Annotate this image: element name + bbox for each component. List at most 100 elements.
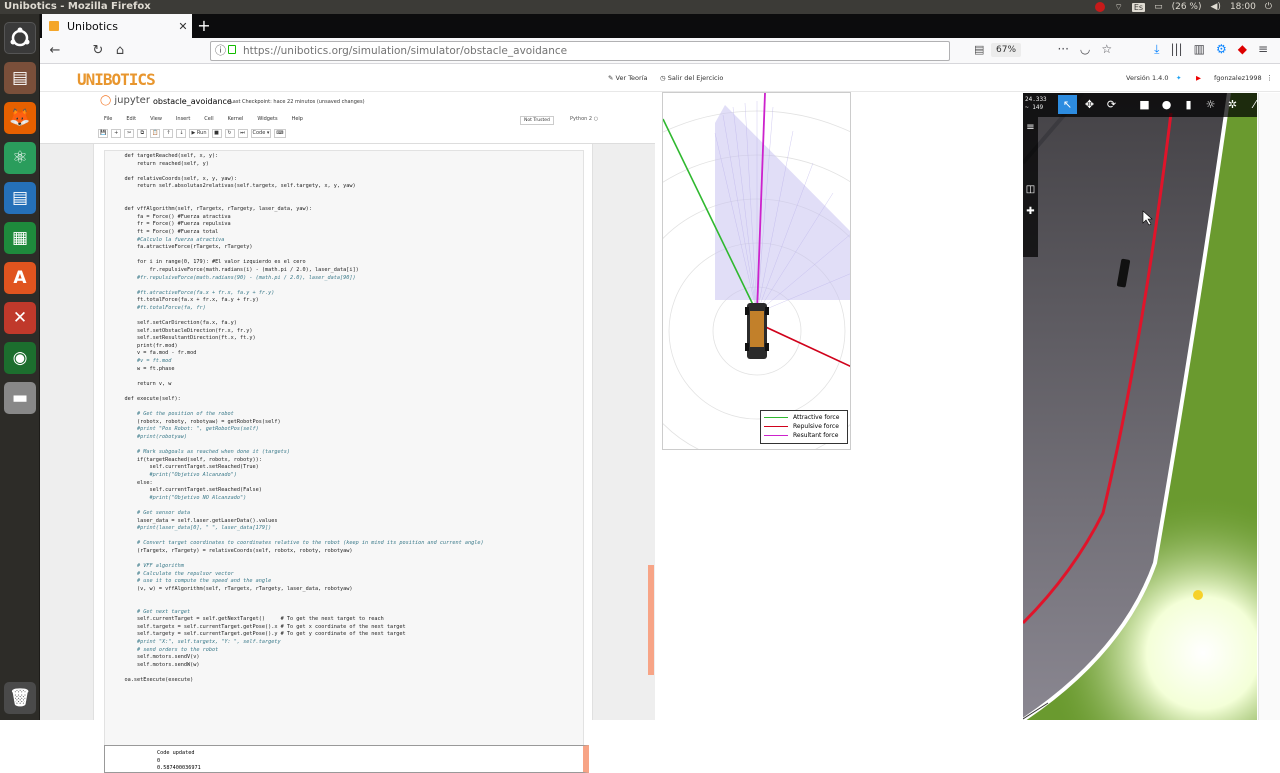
disk-icon[interactable]: ▬ <box>4 382 36 414</box>
jupyter-toolbar-button[interactable]: + <box>111 129 122 138</box>
sync-icon[interactable]: ⚙ <box>1216 42 1227 57</box>
jupyter-menu-item[interactable]: Help <box>292 116 303 122</box>
bookmark-star-icon[interactable]: ☆ <box>1101 42 1112 57</box>
battery-icon[interactable]: ▭ <box>1154 2 1163 12</box>
software-center-icon[interactable]: A <box>4 262 36 294</box>
jupyter-toolbar-button[interactable]: ↓ <box>176 129 187 138</box>
jupyter-toolbar-button[interactable]: 📋 <box>150 129 161 138</box>
url-bar[interactable]: ⓘ https://unibotics.org/simulation/simul… <box>210 41 950 61</box>
jupyter-toolbar-button[interactable]: ✂ <box>124 129 135 138</box>
cylinder-shape-icon[interactable]: ▮ <box>1179 95 1198 114</box>
user-menu-icon[interactable]: ⋮ <box>1266 74 1273 82</box>
box-shape-icon[interactable]: ■ <box>1135 95 1154 114</box>
tab-unibotics[interactable]: Unibotics ✕ <box>42 14 192 38</box>
legend-label: Repulsive force <box>793 423 839 430</box>
jupyter-toolbar-button[interactable]: Code ▾ <box>250 129 272 138</box>
jupyter-toolbar-button[interactable]: ↑ <box>163 129 174 138</box>
exit-link[interactable]: ◷ Salir del Ejercicio <box>660 74 723 82</box>
page-actions-icon[interactable]: ··· <box>1057 42 1068 57</box>
not-trusted-badge[interactable]: Not Trusted <box>520 116 554 125</box>
menu-icon[interactable]: ≡ <box>1258 42 1268 57</box>
sun-light-icon[interactable]: ☼ <box>1201 95 1220 114</box>
code-line: #ft.totalForce(fa, fr) <box>112 304 206 311</box>
jupyter-toolbar-button[interactable]: ↻ <box>224 129 235 138</box>
jupyter-menu-item[interactable]: File <box>104 116 112 122</box>
adblock-icon[interactable]: ◆ <box>1238 42 1247 57</box>
simulator-view[interactable]: 24.333 ~ 149 ↖ ✥ ⟳ ■ ● ▮ ☼ ✲ ⁄ ≡ ◫ ✚ <box>1023 93 1257 720</box>
back-button[interactable]: ← <box>45 41 65 61</box>
reload-button[interactable]: ↻ <box>88 41 108 61</box>
jupyter-menu-item[interactable]: View <box>150 116 162 122</box>
reader-view-icon[interactable]: ▤ <box>974 43 984 56</box>
jupyter-toolbar-button[interactable]: ⌨ <box>274 129 286 138</box>
unibotics-logo[interactable]: UNIBOTICS <box>77 70 156 89</box>
theory-link[interactable]: ✎ Ver Teoría <box>608 74 648 82</box>
code-editor[interactable]: def targetReached(self, x, y): return re… <box>104 150 584 746</box>
power-icon[interactable]: ⏻ <box>1265 2 1272 12</box>
spot-light-icon[interactable]: ⁄ <box>1245 95 1257 114</box>
jupyter-menu-item[interactable]: Cell <box>204 116 213 122</box>
library-icon[interactable]: ||| <box>1170 42 1182 57</box>
globe-icon[interactable]: ◉ <box>4 342 36 374</box>
keyboard-layout[interactable]: Es <box>1131 2 1146 12</box>
jupyter-menu-item[interactable]: Edit <box>126 116 136 122</box>
point-light-icon[interactable]: ✲ <box>1223 95 1242 114</box>
youtube-icon[interactable]: ▶ <box>1196 74 1201 82</box>
atom-icon[interactable]: ⚛ <box>4 142 36 174</box>
user-name[interactable]: fgonzalez1998 <box>1214 74 1262 82</box>
info-icon[interactable]: ⓘ <box>215 42 226 60</box>
home-button[interactable]: ⌂ <box>110 41 130 61</box>
sphere-shape-icon[interactable]: ● <box>1157 95 1176 114</box>
code-line: #ft.atractiveForce(fa.x + fr.x, fa.y + f… <box>112 289 275 296</box>
jupyter-menu-item[interactable]: Widgets <box>257 116 277 122</box>
code-line: (rTargetx, rTargety) = relativeCoords(se… <box>112 547 353 554</box>
jupyter-toolbar-button[interactable]: ▶ Run <box>189 129 209 138</box>
pocket-icon[interactable]: ◡ <box>1080 42 1090 57</box>
code-line: # Calculate the repulsor vector <box>112 570 234 577</box>
zoom-level[interactable]: 67% <box>991 43 1022 57</box>
close-tab-icon[interactable]: ✕ <box>174 20 192 33</box>
legend-entry: Resultant force <box>764 431 844 440</box>
volume-icon[interactable]: ◀) <box>1211 2 1221 12</box>
notebook-name[interactable]: obstacle_avoidance <box>153 97 232 106</box>
trash-icon[interactable]: 🗑 <box>4 682 36 714</box>
settings-icon[interactable]: ✕ <box>4 302 36 334</box>
jupyter-menu-item[interactable]: Kernel <box>228 116 244 122</box>
wifi-icon[interactable]: ⌔ <box>1114 2 1122 13</box>
twitter-icon[interactable]: ✦ <box>1176 74 1181 82</box>
code-line: self.setObstacleDirection(fr.x, fr.y) <box>112 327 253 334</box>
downloads-icon[interactable]: ⤓ <box>1154 42 1159 57</box>
calc-icon[interactable]: ▦ <box>4 222 36 254</box>
translate-tool-icon[interactable]: ✥ <box>1080 95 1099 114</box>
layers-icon[interactable]: ◫ <box>1023 179 1038 201</box>
writer-icon[interactable]: ▤ <box>4 182 36 214</box>
rotate-tool-icon[interactable]: ⟳ <box>1102 95 1121 114</box>
files-icon[interactable]: ▤ <box>4 62 36 94</box>
firefox-icon[interactable]: 🦊 <box>4 102 36 134</box>
kernel-indicator[interactable]: Python 2 ○ <box>570 116 598 122</box>
select-tool-icon[interactable]: ↖ <box>1058 95 1077 114</box>
clock[interactable]: 18:00 <box>1230 2 1256 12</box>
jupyter-toolbar-button[interactable]: ⧉ <box>137 129 148 138</box>
jupyter-logo[interactable]: ◯ jupyter <box>100 95 150 106</box>
jupyter-toolbar-button[interactable]: 💾 <box>98 129 109 138</box>
jupyter-toolbar-button[interactable]: ⏭ <box>237 129 248 138</box>
simulator-sidebar: ≡ ◫ ✚ <box>1023 117 1038 257</box>
record-indicator-icon[interactable] <box>1095 2 1106 12</box>
menu-icon[interactable]: ≡ <box>1023 117 1038 139</box>
jupyter-menu-item[interactable]: Insert <box>176 116 190 122</box>
new-tab-button[interactable]: + <box>194 16 214 36</box>
code-line: #print("Objetivo Alcanzado") <box>112 471 237 478</box>
fps-stats: 24.333 ~ 149 <box>1025 96 1047 112</box>
notebook-scrollbar[interactable] <box>648 565 654 675</box>
ubuntu-dash-icon[interactable] <box>4 22 36 54</box>
jupyter-toolbar-button[interactable]: ■ <box>211 129 222 138</box>
insert-icon[interactable]: ✚ <box>1023 201 1038 223</box>
sidebar-icon[interactable]: ▥ <box>1194 42 1205 57</box>
